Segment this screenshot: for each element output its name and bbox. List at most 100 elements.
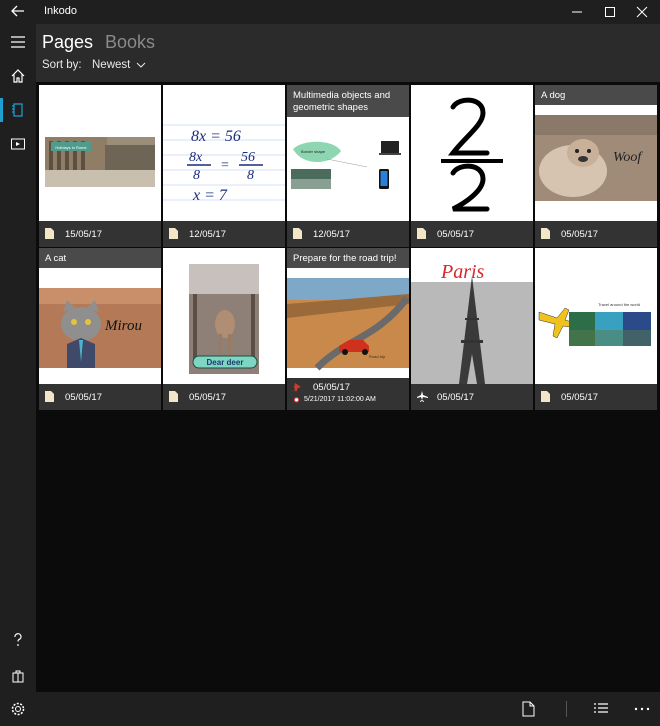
help-icon[interactable] [0,624,36,656]
page-card[interactable]: Travel around the world 05/05/17 [535,248,657,410]
svg-text:8x: 8x [189,150,203,165]
sort-label: Sort by: [42,59,82,71]
store-bag-icon[interactable] [0,660,36,692]
page-thumbnail: Border shape Multimedia objects and geom… [287,85,409,221]
pages-nav-icon[interactable] [0,94,36,126]
card-date: 05/05/17 [65,392,102,403]
card-footer: 05/05/17 5/21/2017 11:02:00 AM [287,378,409,410]
page-thumbnail: 8x = 56 8x 8 = 56 8 x = 7 [163,85,285,221]
page-thumbnail: Paris [411,248,533,384]
card-footer: 12/05/17 [163,221,285,247]
card-date: 05/05/17 [561,392,598,403]
reminder-time: 5/21/2017 11:02:00 AM [304,396,376,403]
page-thumbnail: Mirou A cat [39,248,161,384]
card-title-bar: A cat [39,248,161,268]
card-footer: 05/05/17 [411,384,533,410]
page-card[interactable]: 8x = 56 8x 8 = 56 8 x = 7 12/05/17 [163,85,285,247]
card-footer: 15/05/17 [39,221,161,247]
page-thumbnail: Dear deer [163,248,285,384]
card-title-bar: Prepare for the road trip! [287,248,409,268]
page-icon [417,228,426,239]
card-title: Multimedia objects and geometric shapes [293,90,391,113]
svg-text:56: 56 [241,150,255,165]
more-options-icon[interactable] [632,700,652,718]
back-arrow-icon[interactable] [10,3,26,19]
page-thumbnail: Holidays in Rome [39,85,161,221]
page-icon [169,391,178,402]
page-icon [45,228,54,239]
page-card[interactable]: Border shape Multimedia objects and geom… [287,85,409,247]
svg-text:8: 8 [193,168,200,183]
thumb-caption: Paris [440,261,485,283]
card-title-bar: A dog [535,85,657,105]
divider [566,701,567,717]
card-date: 05/05/17 [189,392,226,403]
page-icon [45,391,54,402]
app-title: Inkodo [44,5,78,17]
page-icon [293,228,302,239]
thumb-caption: Border shape [301,149,326,154]
hamburger-menu-icon[interactable] [0,26,36,58]
thumb-caption: Road trip [369,354,386,359]
thumb-caption: Dear deer [207,358,244,367]
card-footer: 05/05/17 [163,384,285,410]
chevron-down-icon [137,62,146,68]
page-card[interactable]: Woof A dog 05/05/17 [535,85,657,247]
page-thumbnail [411,85,533,221]
card-footer: 05/05/17 [535,384,657,410]
alarm-clock-icon [293,397,300,403]
sort-dropdown[interactable]: Newest [92,59,146,71]
airplane-icon [417,391,428,402]
svg-text:8x = 56: 8x = 56 [191,128,241,145]
svg-text:=: = [221,158,229,173]
page-card[interactable]: Holidays in Rome 15/05/17 [39,85,161,247]
tab-books[interactable]: Books [105,32,155,53]
page-card[interactable]: Road trip Prepare for the road trip! 05/… [287,248,409,410]
card-title: A dog [541,90,566,101]
card-title: A cat [45,253,67,264]
card-date: 05/05/17 [437,392,474,403]
card-date: 05/05/17 [561,229,598,240]
navigation-pane [0,24,36,726]
page-card[interactable]: Paris 05/05/17 [411,248,533,410]
card-title: Prepare for the road trip! [293,253,397,264]
page-thumbnail: Travel around the world [535,248,657,384]
page-icon [169,228,178,239]
page-card[interactable]: 05/05/17 [411,85,533,247]
new-page-icon[interactable] [518,700,538,718]
page-header: Pages Books Sort by: Newest [36,24,660,82]
page-thumbnail: Woof A dog [535,85,657,221]
maximize-button[interactable] [592,0,628,24]
thumb-caption: Holidays in Rome [55,145,87,150]
card-title-bar: Multimedia objects and geometric shapes [287,85,409,117]
pin-icon [293,383,301,392]
thumb-caption: Mirou [104,318,142,334]
page-thumbnail: Road trip Prepare for the road trip! [287,248,409,384]
card-footer: 05/05/17 [535,221,657,247]
card-date: 12/05/17 [313,229,350,240]
close-button[interactable] [624,0,660,24]
selection-list-icon[interactable] [591,700,611,718]
page-icon [541,228,550,239]
svg-text:x = 7: x = 7 [192,187,228,204]
card-date: 05/05/17 [437,229,474,240]
sort-value: Newest [92,59,131,71]
settings-and-command-bar [0,692,660,726]
title-bar: Inkodo [0,0,660,24]
card-date: 15/05/17 [65,229,102,240]
gear-icon[interactable] [8,700,28,718]
reminder: 5/21/2017 11:02:00 AM [293,396,376,403]
minimize-button[interactable] [559,0,595,24]
page-icon [541,391,550,402]
page-card[interactable]: Mirou A cat 05/05/17 [39,248,161,410]
card-footer: 05/05/17 [411,221,533,247]
thumb-caption: Woof [613,150,643,165]
tab-pages[interactable]: Pages [42,32,93,53]
slideshow-icon[interactable] [0,128,36,160]
svg-text:8: 8 [247,168,254,183]
home-icon[interactable] [0,60,36,92]
page-card[interactable]: Dear deer 05/05/17 [163,248,285,410]
card-date: 12/05/17 [189,229,226,240]
card-footer: 05/05/17 [39,384,161,410]
card-date: 05/05/17 [313,382,350,393]
